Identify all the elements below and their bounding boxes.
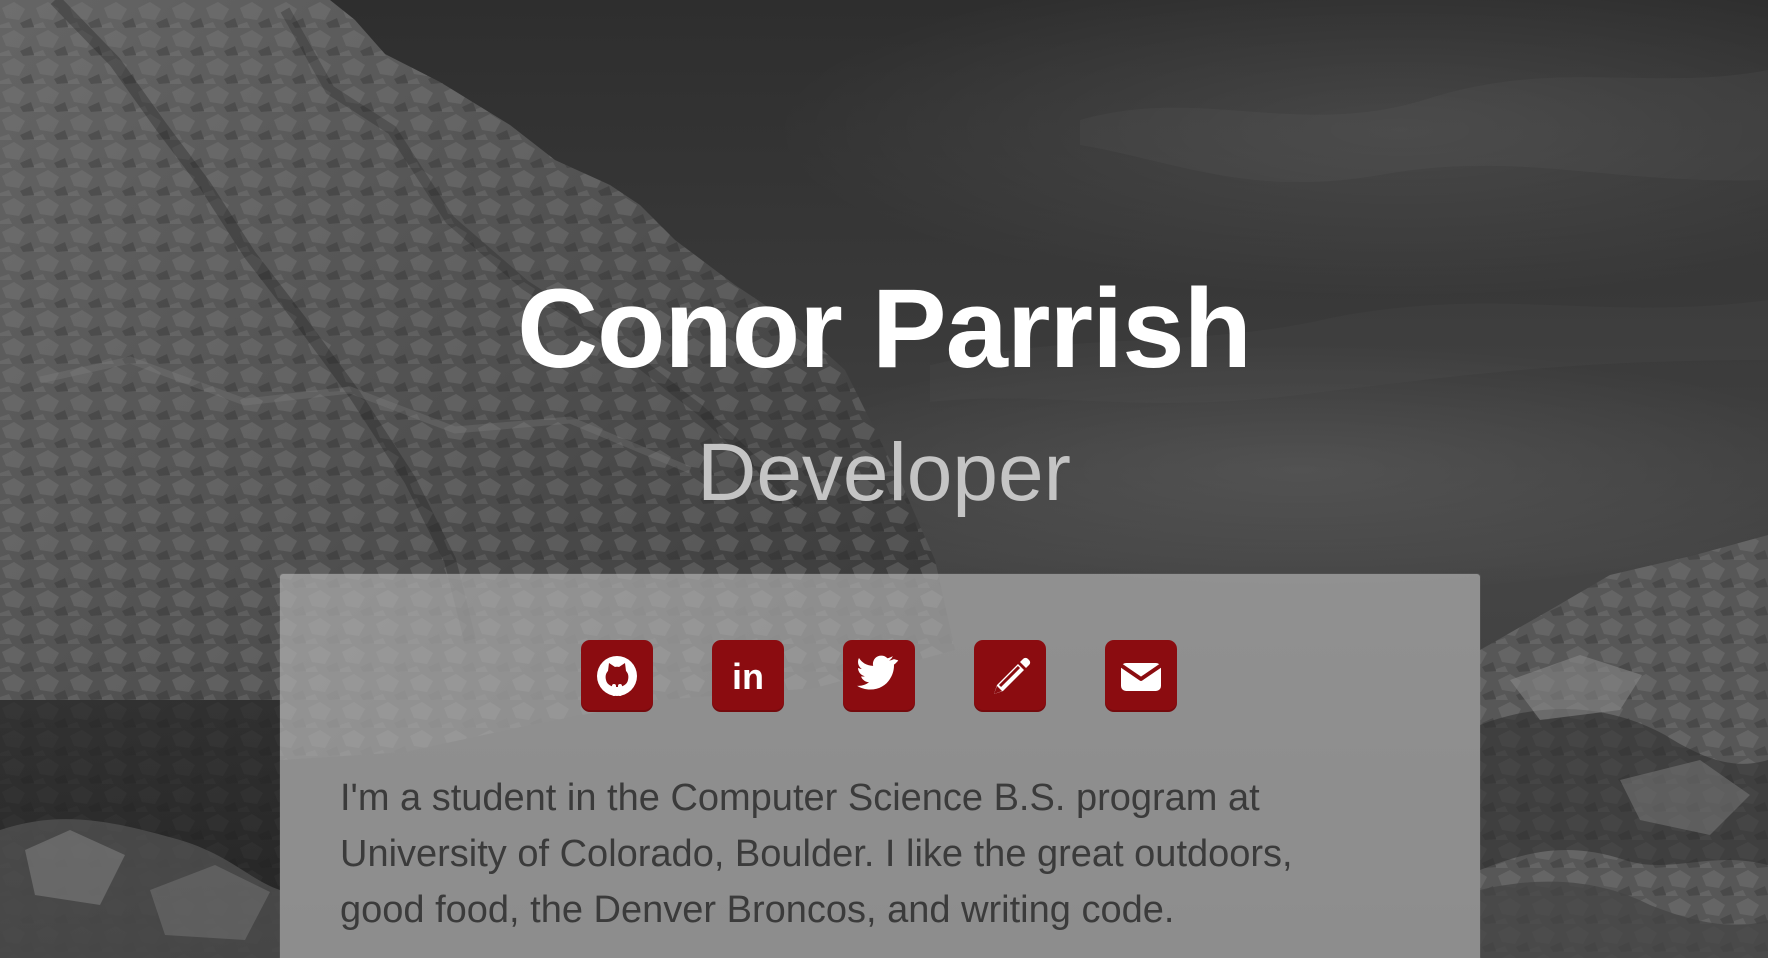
profile-hero: Conor Parrish Developer in I'm a student… [0, 0, 1768, 958]
twitter-link[interactable] [843, 640, 915, 712]
bio-text: I'm a student in the Computer Science B.… [340, 777, 1293, 931]
blog-link[interactable] [974, 640, 1046, 712]
pencil-icon [994, 657, 1031, 694]
github-icon [597, 656, 637, 696]
linkedin-icon-text: in [732, 656, 764, 697]
profile-role: Developer [697, 427, 1071, 519]
linkedin-icon: in [732, 656, 764, 697]
linkedin-link[interactable]: in [712, 640, 784, 712]
envelope-icon [1120, 663, 1162, 691]
profile-name: Conor Parrish [517, 266, 1252, 392]
github-link[interactable] [581, 640, 653, 712]
profile-card: in I'm a student in the Computer Science… [280, 574, 1480, 958]
twitter-icon [857, 655, 899, 690]
social-links: in [581, 640, 1177, 712]
email-link[interactable] [1105, 640, 1177, 712]
